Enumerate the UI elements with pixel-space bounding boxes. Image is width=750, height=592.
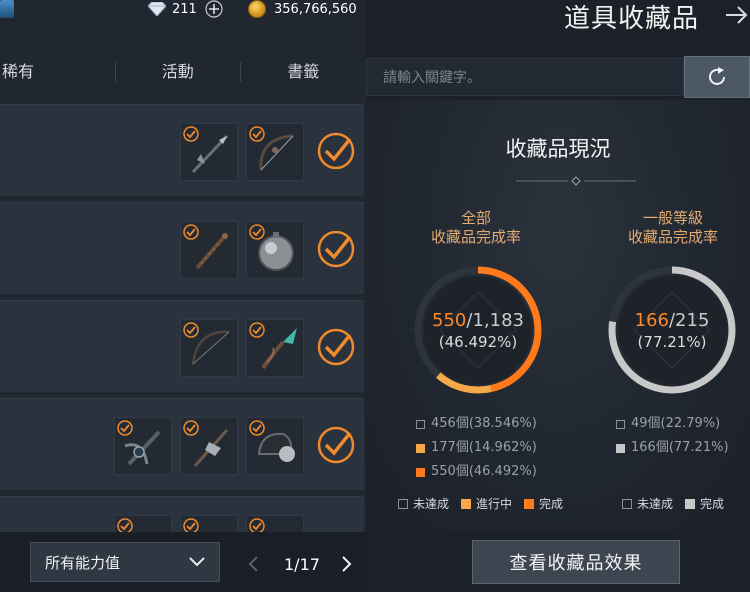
tab-event[interactable]: 活動 [114,52,241,92]
page-title: 道具收藏品 [564,4,700,34]
general-total: /215 [668,310,710,331]
collection-list-panel: 211 356,766,560 稀有 活動 書籤 所有能力值 1/17 [0,0,366,592]
item-slot[interactable] [180,123,238,181]
search-placeholder: 請輸入關鍵字。 [383,70,481,86]
view-collection-effect-button[interactable]: 查看收藏品效果 [472,540,680,584]
overall-label: 全部 收藏品完成率 [406,209,546,247]
legend-label: 進行中 [476,497,513,511]
legend-label: 未達成 [413,497,450,511]
stat-filter-value: 所有能力值 [45,553,121,572]
category-tabs: 稀有 活動 書籤 [0,52,366,92]
collected-check-icon [249,420,265,436]
row-complete-check-icon [317,426,355,464]
collection-row[interactable] [0,300,364,392]
overall-stat-text: 177個(14.962%) [431,440,537,455]
collection-status-panel: 道具收藏品 請輸入關鍵字。 收藏品現況 全部 收藏品完成率 550/1,183 … [366,0,750,592]
stat-filter-dropdown[interactable]: 所有能力值 [30,542,220,582]
general-done: 166 [634,310,669,331]
currency-bar: 211 356,766,560 [0,0,366,20]
status-title: 收藏品現況 [505,137,611,161]
legend-complete: 完成 [524,495,563,512]
collected-check-icon [183,224,199,240]
item-slot[interactable] [180,221,238,279]
general-stat-complete: 166個(77.21%) [616,436,729,460]
arrow-right-icon[interactable] [724,4,750,26]
overall-percent: (46.492%) [438,333,518,351]
overall-total: /1,183 [466,310,524,331]
general-percent: (77.21%) [637,333,707,351]
add-diamond-icon[interactable] [205,0,223,18]
avatar[interactable] [0,0,14,18]
overall-label-line1: 全部 [460,209,491,227]
overall-breakdown: 456個(38.546%) 177個(14.962%) 550個(46.492%… [416,412,537,484]
legend-label: 未達成 [637,497,674,511]
row-complete-check-icon [317,230,355,268]
item-slot[interactable] [114,417,172,475]
general-label-line2: 收藏品完成率 [627,228,718,246]
item-slot[interactable] [246,417,304,475]
collected-check-icon [183,322,199,338]
search-input[interactable]: 請輸入關鍵字。 [366,58,684,96]
refresh-icon [709,67,725,85]
collection-row[interactable] [0,104,364,196]
item-slot[interactable] [246,221,304,279]
tab-bookmark[interactable]: 書籤 [240,52,366,92]
collected-check-icon [249,126,265,142]
legend-label: 完成 [700,497,725,511]
collection-row[interactable] [0,202,364,294]
legend-complete: 完成 [685,495,724,512]
title-divider [516,176,636,186]
row-complete-check-icon [317,328,355,366]
diamond-icon [148,2,166,16]
item-slot[interactable] [180,417,238,475]
collected-check-icon [249,322,265,338]
chevron-down-icon [189,557,205,567]
overall-label-line2: 收藏品完成率 [430,228,521,246]
overall-stat-complete: 550個(46.492%) [416,460,537,484]
refresh-button[interactable] [684,56,750,98]
collected-check-icon [183,420,199,436]
overall-stat-not-achieved: 456個(38.546%) [416,412,537,436]
item-slot[interactable] [246,123,304,181]
collection-row[interactable] [0,398,364,490]
row-complete-check-icon [317,132,355,170]
overall-count: 550/1,183 [408,310,548,331]
legend-label: 完成 [539,497,564,511]
diamond-currency: 211 [148,0,223,18]
collected-check-icon [183,126,199,142]
item-slot[interactable] [180,319,238,377]
page-indicator: 1/17 [284,554,320,574]
item-slot[interactable] [246,319,304,377]
legend-in-progress: 進行中 [461,495,512,512]
legend-not-achieved: 未達成 [622,495,673,512]
gold-coin-icon [248,0,266,18]
overall-stat-text: 550個(46.492%) [431,464,537,479]
collected-check-icon [117,420,133,436]
diamond-count: 211 [172,1,197,17]
legend-not-achieved: 未達成 [398,495,449,512]
overall-stat-text: 456個(38.546%) [431,416,537,431]
pagination: 1/17 [246,550,354,578]
general-stat-not-achieved: 49個(22.79%) [616,412,729,436]
tab-rare[interactable]: 稀有 [0,52,115,92]
general-stat-text: 49個(22.79%) [631,416,721,431]
overall-legend: 未達成 進行中 完成 [398,495,575,512]
prev-page-icon[interactable] [246,555,262,573]
general-label-line1: 一般等級 [642,209,703,227]
collected-check-icon [249,224,265,240]
general-breakdown: 49個(22.79%) 166個(77.21%) [616,412,729,460]
general-stat-text: 166個(77.21%) [631,440,729,455]
overall-stat-in-progress: 177個(14.962%) [416,436,537,460]
general-legend: 未達成 完成 [622,495,736,512]
general-label: 一般等級 收藏品完成率 [603,209,743,247]
gold-count: 356,766,560 [274,1,357,17]
overall-done: 550 [432,310,467,331]
next-page-icon[interactable] [338,555,354,573]
general-count: 166/215 [602,310,742,331]
gold-currency: 356,766,560 [248,0,357,18]
